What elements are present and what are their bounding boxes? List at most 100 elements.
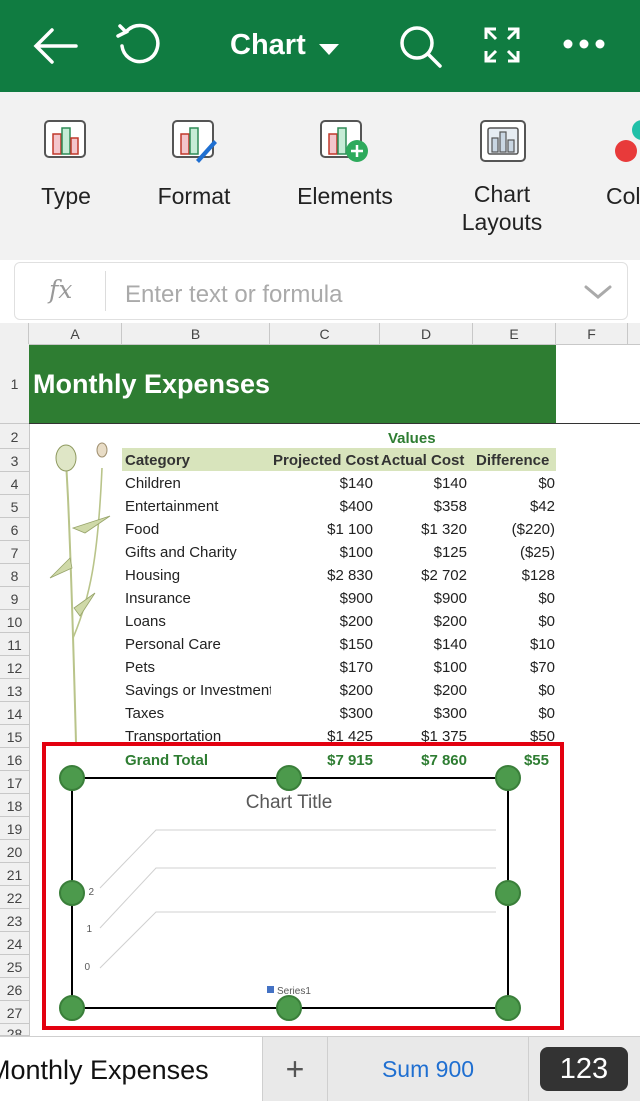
actual-cost-cell[interactable]: $1 320 bbox=[380, 521, 467, 538]
row-header[interactable]: 21 bbox=[0, 863, 29, 886]
actual-cost-cell[interactable]: $140 bbox=[380, 636, 467, 653]
chart-menu-title[interactable]: Chart bbox=[230, 29, 306, 62]
projected-cost-cell[interactable]: $200 bbox=[270, 613, 373, 630]
difference-cell[interactable]: $0 bbox=[473, 590, 555, 607]
difference-cell[interactable]: $42 bbox=[473, 498, 555, 515]
projected-cost-cell[interactable]: $300 bbox=[270, 705, 373, 722]
row-header[interactable]: 18 bbox=[0, 794, 29, 817]
row-header[interactable]: 14 bbox=[0, 702, 29, 725]
fx-icon[interactable]: fx bbox=[49, 275, 72, 304]
row-header[interactable]: 10 bbox=[0, 610, 29, 633]
actual-cost-cell[interactable]: $125 bbox=[380, 544, 467, 561]
formula-bar[interactable]: fx Enter text or formula bbox=[14, 262, 628, 320]
difference-cell[interactable]: ($220) bbox=[473, 521, 555, 538]
row-header[interactable]: 24 bbox=[0, 932, 29, 955]
row-header[interactable]: 7 bbox=[0, 541, 29, 564]
header-difference[interactable]: Difference bbox=[476, 452, 549, 469]
actual-cost-cell[interactable]: $2 702 bbox=[380, 567, 467, 584]
row-header[interactable]: 25 bbox=[0, 955, 29, 978]
chart-format-icon[interactable] bbox=[172, 120, 218, 164]
category-cell[interactable]: Gifts and Charity bbox=[125, 544, 271, 561]
chevron-down-icon[interactable] bbox=[319, 44, 339, 55]
resize-handle-right[interactable] bbox=[495, 880, 521, 906]
row-header[interactable]: 22 bbox=[0, 886, 29, 909]
row-header[interactable]: 15 bbox=[0, 725, 29, 748]
resize-handle-top[interactable] bbox=[276, 765, 302, 791]
projected-cost-cell[interactable]: $2 830 bbox=[270, 567, 373, 584]
formula-input[interactable]: Enter text or formula bbox=[125, 281, 342, 309]
category-cell[interactable]: Loans bbox=[125, 613, 271, 630]
row-header[interactable]: 13 bbox=[0, 679, 29, 702]
row-header[interactable]: 8 bbox=[0, 564, 29, 587]
row-header[interactable]: 11 bbox=[0, 633, 29, 656]
expand-chevron-icon[interactable] bbox=[583, 277, 613, 307]
row-header[interactable]: 6 bbox=[0, 518, 29, 541]
projected-cost-cell[interactable]: $900 bbox=[270, 590, 373, 607]
row-header[interactable]: 2 bbox=[0, 424, 29, 449]
row-header[interactable]: 19 bbox=[0, 817, 29, 840]
category-cell[interactable]: Personal Care bbox=[125, 636, 271, 653]
category-cell[interactable]: Taxes bbox=[125, 705, 271, 722]
sum-status[interactable]: Sum 900 bbox=[328, 1037, 529, 1101]
undo-icon[interactable] bbox=[114, 22, 162, 66]
projected-cost-cell[interactable]: $200 bbox=[270, 682, 373, 699]
category-cell[interactable]: Children bbox=[125, 475, 271, 492]
back-arrow-icon[interactable] bbox=[32, 26, 80, 66]
category-cell[interactable]: Housing bbox=[125, 567, 271, 584]
row-header[interactable]: 16 bbox=[0, 748, 29, 771]
actual-cost-cell[interactable]: $100 bbox=[380, 659, 467, 676]
resize-handle-top-left[interactable] bbox=[59, 765, 85, 791]
column-header-f[interactable]: F bbox=[556, 323, 628, 344]
actual-cost-cell[interactable]: $358 bbox=[380, 498, 467, 515]
row-header[interactable]: 12 bbox=[0, 656, 29, 679]
select-all-corner[interactable] bbox=[0, 323, 29, 344]
row-header[interactable]: 9 bbox=[0, 587, 29, 610]
row-header[interactable]: 28 bbox=[0, 1024, 29, 1036]
difference-cell[interactable]: $0 bbox=[473, 613, 555, 630]
row-header[interactable]: 17 bbox=[0, 771, 29, 794]
ribbon-type-button[interactable]: Type bbox=[20, 182, 112, 210]
ribbon-colors-button[interactable]: Col bbox=[606, 182, 640, 210]
category-cell[interactable]: Pets bbox=[125, 659, 271, 676]
difference-cell[interactable]: $70 bbox=[473, 659, 555, 676]
projected-cost-cell[interactable]: $150 bbox=[270, 636, 373, 653]
resize-handle-bottom-right[interactable] bbox=[495, 995, 521, 1021]
ribbon-chart-layouts-button[interactable]: Chart Layouts bbox=[446, 180, 558, 236]
difference-cell[interactable]: $0 bbox=[473, 475, 555, 492]
resize-handle-bottom-left[interactable] bbox=[59, 995, 85, 1021]
actual-cost-cell[interactable]: $200 bbox=[380, 682, 467, 699]
more-options-icon[interactable] bbox=[562, 38, 606, 50]
difference-cell[interactable]: ($25) bbox=[473, 544, 555, 561]
category-cell[interactable]: Food bbox=[125, 521, 271, 538]
column-header-b[interactable]: B bbox=[122, 323, 270, 344]
resize-handle-left[interactable] bbox=[59, 880, 85, 906]
header-actual-cost[interactable]: Actual Cost bbox=[381, 452, 464, 469]
actual-cost-cell[interactable]: $140 bbox=[380, 475, 467, 492]
row-header[interactable]: 1 bbox=[0, 344, 29, 424]
header-category[interactable]: Category bbox=[125, 452, 190, 469]
row-header[interactable]: 27 bbox=[0, 1001, 29, 1024]
header-projected-cost[interactable]: Projected Cost bbox=[273, 452, 379, 469]
colors-icon[interactable] bbox=[612, 118, 640, 164]
actual-cost-cell[interactable]: $900 bbox=[380, 590, 467, 607]
projected-cost-cell[interactable]: $1 100 bbox=[270, 521, 373, 538]
row-header[interactable]: 3 bbox=[0, 449, 29, 472]
category-cell[interactable]: Insurance bbox=[125, 590, 271, 607]
difference-cell[interactable]: $0 bbox=[473, 705, 555, 722]
difference-cell[interactable]: $0 bbox=[473, 682, 555, 699]
add-sheet-button[interactable]: + bbox=[262, 1037, 328, 1101]
row-header[interactable]: 5 bbox=[0, 495, 29, 518]
projected-cost-cell[interactable]: $400 bbox=[270, 498, 373, 515]
numeric-keyboard-button[interactable]: 123 bbox=[540, 1047, 628, 1091]
difference-cell[interactable]: $10 bbox=[473, 636, 555, 653]
row-header[interactable]: 20 bbox=[0, 840, 29, 863]
chart-layouts-icon[interactable] bbox=[480, 120, 526, 162]
projected-cost-cell[interactable]: $140 bbox=[270, 475, 373, 492]
column-header-c[interactable]: C bbox=[270, 323, 380, 344]
resize-handle-bottom[interactable] bbox=[276, 995, 302, 1021]
chart-elements-icon[interactable] bbox=[320, 120, 370, 164]
difference-cell[interactable]: $128 bbox=[473, 567, 555, 584]
projected-cost-cell[interactable]: $170 bbox=[270, 659, 373, 676]
ribbon-format-button[interactable]: Format bbox=[144, 182, 244, 210]
row-header[interactable]: 4 bbox=[0, 472, 29, 495]
